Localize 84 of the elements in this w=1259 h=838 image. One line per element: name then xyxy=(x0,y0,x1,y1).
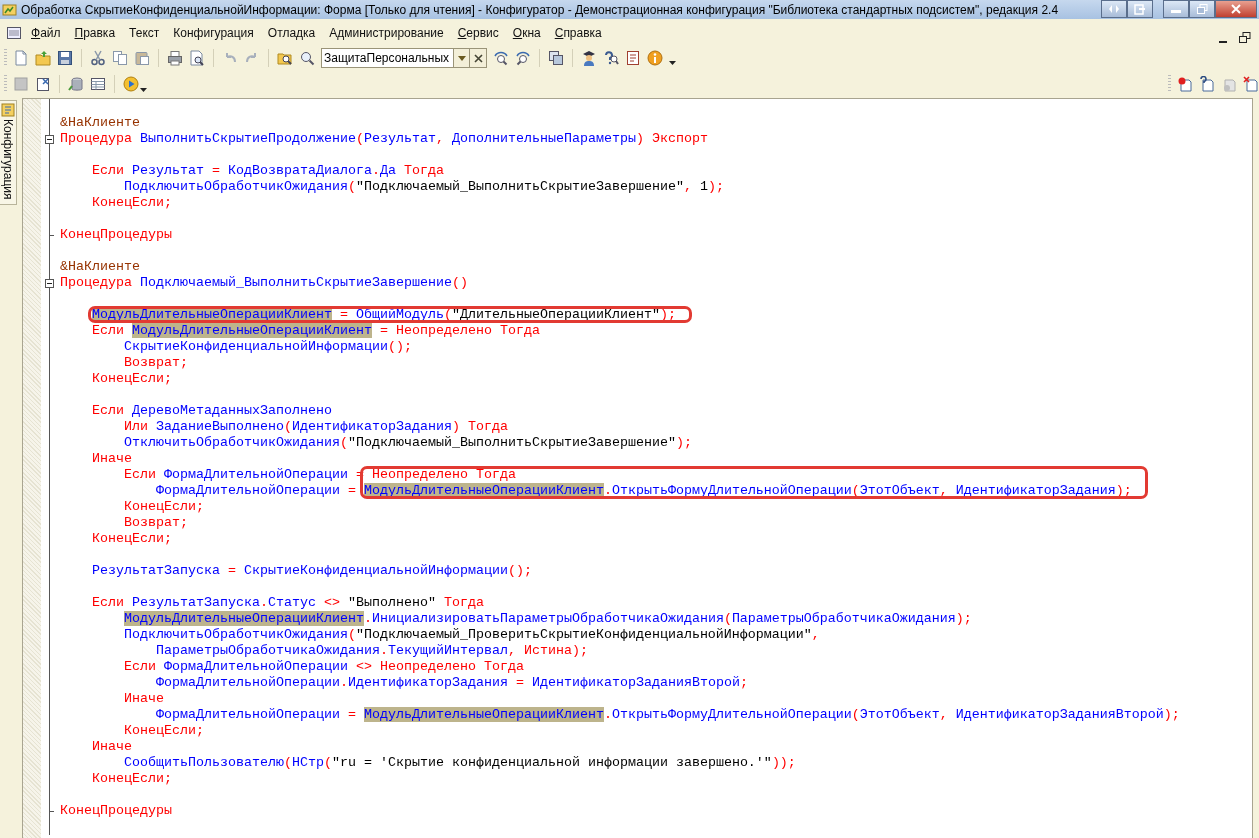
window-title: Обработка СкрытиеКонфиденциальнойИнформации: Форма [Только для чтения] - Конфигуратор - Демонстрационная конфигурация "Библиотека стандартных подсистем", редакция 2.4 xyxy=(21,2,1060,17)
code-line: КонецЕсли; xyxy=(91,531,172,547)
code-line: Если РезультатЗапуска.Статус <> "Выполнено" Тогда xyxy=(91,595,484,611)
code-line: ФормаДлительнойОперации.ИдентификаторЗадания = ИдентификаторЗаданияВторой; xyxy=(155,675,748,691)
dropdown-caret-icon[interactable] xyxy=(669,61,676,65)
document-delete-icon[interactable] xyxy=(1243,76,1259,92)
code-line: СкрытиеКонфиденциальнойИнформации(); xyxy=(123,339,412,355)
print-preview-icon[interactable] xyxy=(189,50,205,66)
code-line: ПодключитьОбработчикОжидания("Подключаемый_ПроверитьСкрытиеКонфиденциальнойИнформации", xyxy=(123,627,820,643)
menu-item[interactable]: Администрирование xyxy=(324,23,449,42)
search-previous-icon[interactable] xyxy=(515,50,531,66)
collapse-icon[interactable] xyxy=(44,134,54,144)
menu-item[interactable]: Правка xyxy=(69,23,121,42)
menu-item[interactable]: Справка xyxy=(549,23,607,42)
maximize-button[interactable] xyxy=(1189,0,1215,18)
dropdown-caret-icon[interactable] xyxy=(140,88,147,92)
code-line: Если МодульДлительныеОперацииКлиент = Неопределено Тогда xyxy=(91,323,540,339)
close-button[interactable] xyxy=(1215,0,1257,18)
app-icon xyxy=(2,2,17,17)
code-line: Иначе xyxy=(91,739,132,755)
menu-item[interactable]: Окна xyxy=(507,23,546,42)
code-line: КонецЕсли; xyxy=(91,771,172,787)
clear-icon[interactable] xyxy=(473,53,483,63)
breakpoint-icon[interactable] xyxy=(1177,76,1193,92)
code-line: Процедура ВыполнитьСкрытиеПродолжение(Результат, ДополнительныеПараметры) Экспорт xyxy=(59,131,708,147)
graduate-icon[interactable] xyxy=(581,50,597,66)
paste-icon[interactable] xyxy=(134,50,150,66)
code-line: ПодключитьОбработчикОжидания("Подключаемый_ВыполнитьСкрытиеЗавершение", 1); xyxy=(123,179,724,195)
code-line: Если ДеревоМетаданныхЗаполнено xyxy=(91,403,332,419)
code-line: КонецЕсли; xyxy=(123,723,204,739)
code-line: КонецЕсли; xyxy=(91,371,172,387)
search-field[interactable]: ЗащитаПерсональных xyxy=(321,48,453,68)
database-icon[interactable] xyxy=(68,76,84,92)
code-line: Или ЗаданиеВыполнено(ИдентификаторЗадания) Тогда xyxy=(123,419,508,435)
minimize-button[interactable] xyxy=(1163,0,1189,18)
dropdown-button[interactable] xyxy=(453,48,470,68)
search-next-icon[interactable] xyxy=(493,50,509,66)
code-line: МодульДлительныеОперацииКлиент.ИнициализироватьПараметрыОбработчикаОжидания(ПараметрыОбработчикаОжидания); xyxy=(123,611,972,627)
tree-icon xyxy=(1,103,15,117)
folder-search-icon[interactable] xyxy=(277,50,293,66)
document-close-icon[interactable] xyxy=(35,76,51,92)
code-line: Возврат; xyxy=(123,355,188,371)
menu-item[interactable]: Файл xyxy=(26,23,66,42)
restore-icon[interactable] xyxy=(1239,32,1251,44)
code-line: &НаКлиенте xyxy=(59,259,140,275)
code-line: КонецПроцедуры xyxy=(59,227,172,243)
menu-item[interactable]: Конфигурация xyxy=(168,23,259,42)
play-icon[interactable] xyxy=(123,76,139,92)
code-line: ОтключитьОбработчикОжидания("Подключаемый_ВыполнитьСкрытиеЗавершение"); xyxy=(123,435,692,451)
code-line: ФормаДлительнойОперации = МодульДлительныеОперацииКлиент.ОткрытьФормуДлительнойОперации(ЭтотОбъект, ИдентификаторЗаданияВторой); xyxy=(155,707,1180,723)
code-line: Возврат; xyxy=(123,515,188,531)
configuration-tab[interactable]: Конфигурация xyxy=(0,100,17,205)
code-line: СообщитьПользователю(НСтр("ru = 'Скрытие конфиденциальной информации завершено.'")); xyxy=(123,755,796,771)
code-line: Если ФормаДлительнойОперации <> Неопределено Тогда xyxy=(123,659,524,675)
code-line: Иначе xyxy=(123,691,164,707)
code-line: КонецПроцедуры xyxy=(59,803,172,819)
code-line: ПараметрыОбработчикаОжидания.ТекущийИнтервал, Истина); xyxy=(155,643,588,659)
menu-item[interactable]: Отладка xyxy=(262,23,321,42)
close-icon[interactable] xyxy=(1231,4,1241,14)
menu-item[interactable]: Текст xyxy=(124,23,165,42)
table-icon[interactable] xyxy=(90,76,106,92)
code-line: РезультатЗапуска = СкрытиеКонфиденциальнойИнформации(); xyxy=(91,563,532,579)
menu-item[interactable]: Сервис xyxy=(452,23,504,42)
printer-icon[interactable] xyxy=(167,50,183,66)
search-icon[interactable] xyxy=(299,50,315,66)
code-line: Процедура Подключаемый_ВыполнитьСкрытиеЗавершение() xyxy=(59,275,468,291)
code-line: Иначе xyxy=(91,451,132,467)
code-line: Если Результат = КодВозвратаДиалога.Да Тогда xyxy=(91,163,444,179)
clear-button[interactable] xyxy=(470,48,487,68)
code-line: КонецЕсли; xyxy=(123,499,204,515)
code-line: &НаКлиенте xyxy=(59,115,140,131)
navigate-button[interactable] xyxy=(1101,0,1127,18)
collapse-icon[interactable] xyxy=(44,278,54,288)
scissors-icon[interactable] xyxy=(90,50,106,66)
help-document-icon[interactable] xyxy=(1199,76,1215,92)
info-icon[interactable] xyxy=(647,50,663,66)
windows-icon[interactable] xyxy=(548,50,564,66)
notes-icon[interactable] xyxy=(625,50,641,66)
window-menu-icon[interactable] xyxy=(6,24,22,41)
open-folder-icon[interactable] xyxy=(35,50,51,66)
exit-button[interactable] xyxy=(1127,0,1153,18)
code-line: КонецЕсли; xyxy=(91,195,172,211)
copy-icon[interactable] xyxy=(112,50,128,66)
help-search-icon[interactable] xyxy=(603,50,619,66)
